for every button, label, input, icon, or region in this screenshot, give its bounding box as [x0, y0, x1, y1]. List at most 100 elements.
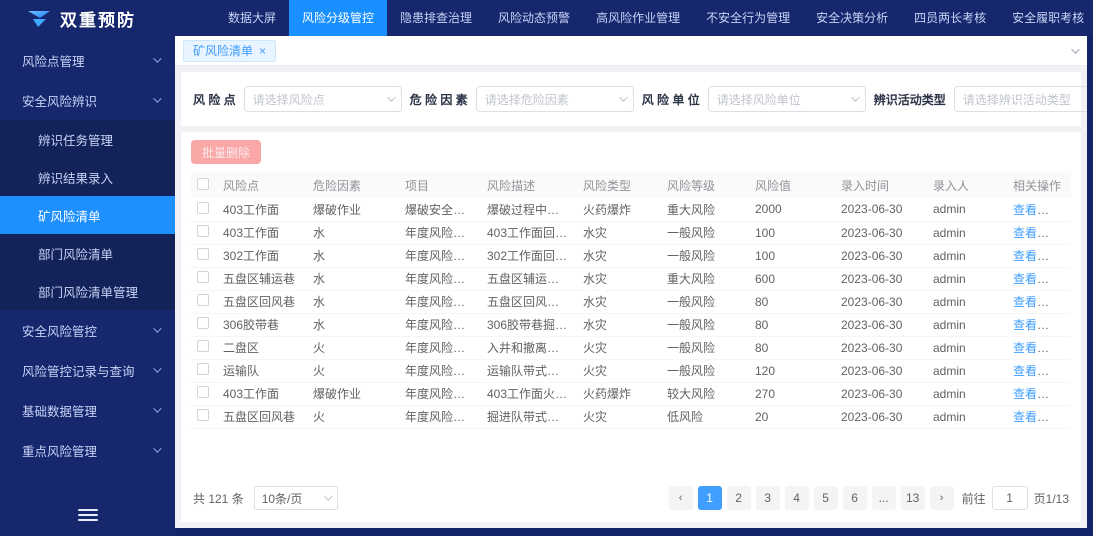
table-cell: 水 — [307, 221, 399, 245]
row-checkbox[interactable] — [197, 363, 209, 375]
row-checkbox[interactable] — [197, 248, 209, 260]
row-checkbox[interactable] — [197, 317, 209, 329]
sidebar-group[interactable]: 风险点管理 — [0, 40, 175, 80]
select-placeholder: 请选择风险单位 — [716, 92, 801, 107]
row-checkbox[interactable] — [197, 294, 209, 306]
select-placeholder: 请选择辨识活动类型 — [962, 92, 1071, 107]
filter-item: 辨识活动类型 请选择辨识活动类型 — [874, 86, 1087, 112]
page-size-select[interactable]: 10条/页 — [253, 486, 338, 510]
nav-item[interactable]: 四员两长考核 — [901, 0, 999, 36]
page-button[interactable]: 13 — [900, 486, 925, 510]
table-cell: 2023-06-30 — [835, 244, 927, 268]
brand-logo-icon — [28, 11, 50, 27]
table-cell: 306胶带巷掘进头... — [481, 313, 577, 337]
page-buttons: ‹ 1 2 3 4 5 6... 13 › — [668, 486, 954, 510]
table-cell: 一般风险 — [661, 359, 749, 383]
filter-select[interactable]: 请选择辨识活动类型 — [953, 86, 1087, 112]
table-row: 五盘区回风巷火年度风险辨识评估...掘进队带式输送机...火灾低风险202023… — [191, 405, 1071, 429]
prev-page-button[interactable]: ‹ — [668, 486, 693, 510]
top-nav-menu: 数据大屏 风险分级管控 隐患排查治理 风险动态预警 高风险作业管理 不安全行为管理 安全决策… — [215, 0, 1093, 36]
filter-select[interactable]: 请选择风险单位 — [707, 86, 866, 112]
view-link[interactable]: 查看 — [1013, 364, 1037, 378]
row-checkbox[interactable] — [197, 225, 209, 237]
table-cell: 2023-06-30 — [835, 405, 927, 429]
sidebar-item[interactable]: 辨识任务管理 — [0, 120, 175, 158]
page-button[interactable]: 5 — [813, 486, 838, 510]
table-cell: 2023-06-30 — [835, 313, 927, 337]
row-checkbox[interactable] — [197, 271, 209, 283]
table-cell: 270 — [749, 382, 835, 406]
nav-item[interactable]: 数据大屏 — [215, 0, 289, 36]
nav-item[interactable]: 不安全行为管理 — [693, 0, 803, 36]
pagination-bar: 共 121 条 10条/页 ‹123456...13› 前往 页1/13 — [191, 480, 1071, 516]
page-button[interactable]: 6 — [842, 486, 867, 510]
tab-options-chevron-icon[interactable] — [1071, 44, 1080, 54]
sidebar-group[interactable]: 安全风险管控 — [0, 310, 175, 350]
table-cell: 五盘区辅运巷 — [217, 267, 307, 291]
nav-item[interactable]: 风险分级管控 — [289, 0, 388, 36]
view-link[interactable]: 查看 — [1013, 249, 1037, 263]
sidebar-collapse-button[interactable] — [0, 498, 175, 532]
row-actions: 查看修改删除 — [1007, 336, 1071, 360]
table-cell: 水 — [307, 267, 399, 291]
table-cell: 爆破过程中，井作... — [481, 198, 577, 222]
table-row: 五盘区辅运巷水年度风险辨识评估...五盘区辅运巷掘进...水灾重大风险60020… — [191, 267, 1071, 291]
chevron-down-icon — [153, 94, 162, 103]
sidebar-group[interactable]: 基础数据管理 — [0, 390, 175, 430]
sidebar-group[interactable]: 安全风险辨识 — [0, 80, 175, 120]
view-link[interactable]: 查看 — [1013, 203, 1037, 217]
chevron-down-icon — [153, 364, 162, 373]
view-link[interactable]: 查看 — [1013, 318, 1037, 332]
filter-select[interactable]: 请选择风险点 — [243, 86, 402, 112]
sidebar-item[interactable]: 部门风险清单管理 — [0, 272, 175, 310]
filter-label: 辨识活动类型 — [873, 92, 946, 107]
table-cell: 火灾 — [577, 359, 661, 383]
view-link[interactable]: 查看 — [1013, 387, 1037, 401]
row-checkbox[interactable] — [197, 409, 209, 421]
next-page-button[interactable]: › — [929, 486, 954, 510]
page-button[interactable]: 1 — [697, 486, 722, 510]
nav-item[interactable]: 风险动态预警 — [485, 0, 583, 36]
view-link[interactable]: 查看 — [1013, 341, 1037, 355]
row-actions: 查看修改删除 — [1007, 405, 1071, 429]
tab-mine-risk-list[interactable]: 矿风险清单 × — [183, 39, 277, 62]
page-indicator: 页1/13 — [1033, 491, 1069, 506]
table-cell: 五盘区回风巷掘进... — [481, 290, 577, 314]
view-link[interactable]: 查看 — [1013, 410, 1037, 424]
batch-delete-button[interactable]: 批量删除 — [191, 140, 262, 164]
table-cell: admin — [927, 267, 1007, 291]
select-all-checkbox[interactable] — [197, 177, 209, 190]
sidebar-group[interactable]: 风险管控记录与查询 — [0, 350, 175, 390]
table-cell: 年度风险辨识评估... — [399, 382, 481, 406]
sidebar-item[interactable]: 辨识结果录入 — [0, 158, 175, 196]
sidebar-item[interactable]: 矿风险清单 — [0, 196, 175, 234]
table-header-row: 风险点 危险因素 项目 风险描述 风险类型 风险等级 风险值 录入时间 录入人 相关操作 — [191, 172, 1071, 198]
row-checkbox[interactable] — [197, 340, 209, 352]
table-cell: 五盘区回风巷 — [217, 290, 307, 314]
nav-item[interactable]: 隐患排查治理 — [387, 0, 485, 36]
page-button[interactable]: 2 — [726, 486, 751, 510]
table-cell: 低风险 — [661, 405, 749, 429]
table-cell: 水 — [307, 244, 399, 268]
view-link[interactable]: 查看 — [1013, 226, 1037, 240]
page-button[interactable]: 3 — [755, 486, 780, 510]
sidebar-item[interactable]: 部门风险清单 — [0, 234, 175, 272]
row-actions: 查看修改删除 — [1007, 382, 1071, 406]
close-icon[interactable]: × — [259, 45, 266, 57]
nav-item[interactable]: 安全决策分析 — [803, 0, 901, 36]
table-row: 306胶带巷水年度风险辨识评估...306胶带巷掘进头...水灾一般风险8020… — [191, 313, 1071, 337]
page-button[interactable]: 4 — [784, 486, 809, 510]
chevron-down-icon — [386, 93, 396, 102]
filter-select[interactable]: 请选择危险因素 — [475, 86, 634, 112]
goto-page-input[interactable] — [991, 486, 1028, 510]
app-title: 双重预防 — [60, 10, 136, 30]
nav-item[interactable]: 高风险作业管理 — [583, 0, 693, 36]
table-cell: 水 — [307, 313, 399, 337]
nav-item[interactable]: 安全履职考核 — [999, 0, 1093, 36]
row-checkbox[interactable] — [197, 201, 209, 214]
view-link[interactable]: 查看 — [1013, 272, 1037, 286]
row-checkbox[interactable] — [197, 386, 209, 398]
table-cell: 2023-06-30 — [835, 359, 927, 383]
view-link[interactable]: 查看 — [1013, 295, 1037, 309]
sidebar-group[interactable]: 重点风险管理 — [0, 430, 175, 470]
